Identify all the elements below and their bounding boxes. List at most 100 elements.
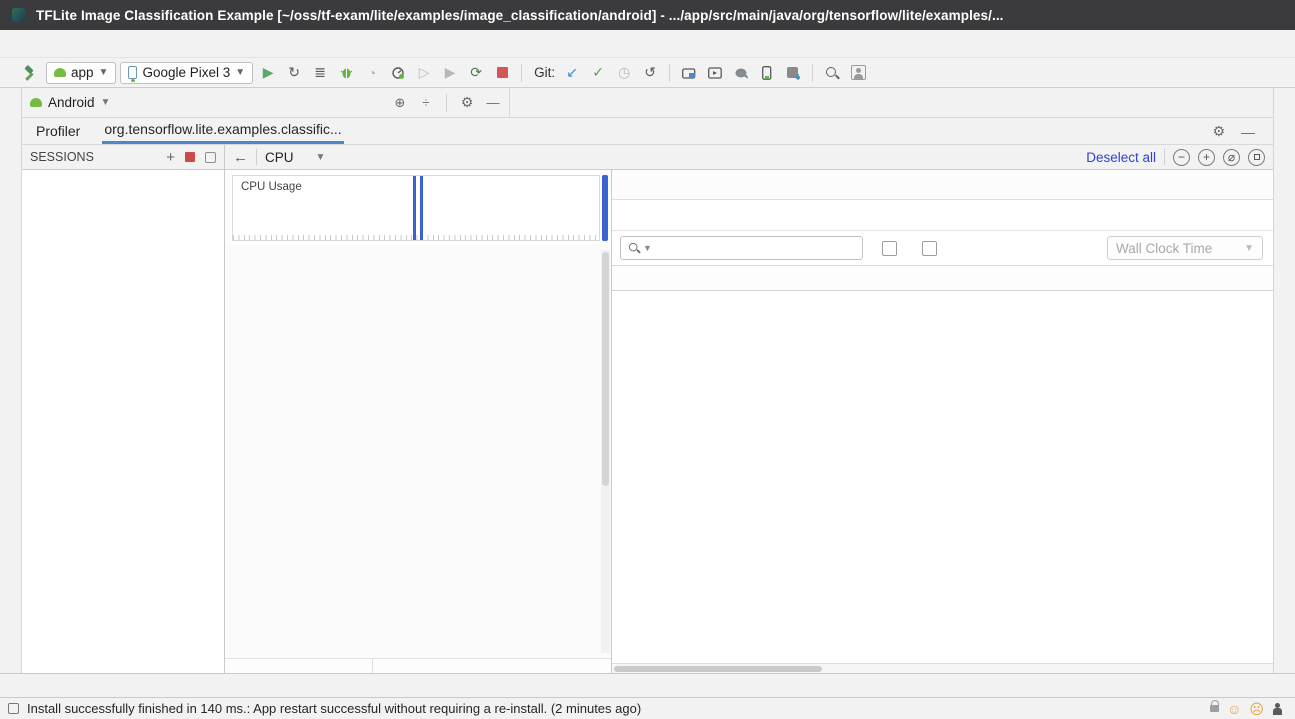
project-view-selector[interactable]: Android	[48, 95, 95, 110]
table-header	[612, 266, 1273, 291]
lock-icon[interactable]	[1210, 705, 1219, 712]
apply-changes-button[interactable]: ↻	[283, 62, 305, 84]
inspections-widget-icon[interactable]	[1272, 703, 1283, 715]
gradle-sync-button[interactable]	[730, 62, 752, 84]
feedback-happy-icon[interactable]: ☺	[1227, 702, 1241, 716]
match-case-checkbox[interactable]	[882, 241, 897, 256]
stop-and-rerun-button[interactable]: ⟳	[465, 62, 487, 84]
sessions-list	[22, 170, 224, 673]
stage-selector[interactable]: CPU ▼	[265, 150, 325, 165]
back-arrow-icon[interactable]: ←	[233, 149, 248, 166]
analysis-tab-bar	[612, 170, 1273, 200]
selection-edge-handle[interactable]	[602, 175, 608, 241]
nav-row: Android ▼ ⊕ ÷ ⚙ —	[22, 88, 1273, 118]
run-anything-button[interactable]	[704, 62, 726, 84]
chevron-down-icon: ▼	[99, 67, 109, 78]
sessions-panel: SESSIONS +	[22, 145, 225, 673]
git-update-button[interactable]: ↙	[561, 62, 583, 84]
chevron-down-icon: ▼	[1244, 243, 1254, 254]
device-select[interactable]: Google Pixel 3 ▼	[120, 62, 253, 84]
clock-type-select[interactable]: Wall Clock Time ▼	[1107, 236, 1263, 260]
attach-debugger-button[interactable]: ▷	[413, 62, 435, 84]
chevron-down-icon[interactable]: ▼	[101, 97, 111, 108]
timeline-vertical-scrollbar[interactable]	[601, 250, 610, 653]
device-manager-button[interactable]	[756, 62, 778, 84]
git-rollback-button[interactable]: ↺	[639, 62, 661, 84]
android-app-icon	[54, 68, 66, 77]
profiler-window-label: Profiler	[36, 123, 80, 144]
toolbar-separator	[669, 64, 670, 82]
search-input[interactable]: ▼	[620, 236, 863, 260]
run-button[interactable]: ▶	[257, 62, 279, 84]
main-toolbar: app ▼ Google Pixel 3 ▼ ▶ ↻ ≣ ◔ ▷ ▶ ⟳ Git…	[0, 58, 1295, 88]
locate-file-icon[interactable]: ⊕	[390, 95, 410, 111]
cpu-usage-label: CPU Usage	[241, 181, 302, 193]
phone-icon	[128, 66, 137, 79]
editor-tab-bar	[510, 88, 1273, 117]
profiler-stage-toolbar: ← CPU ▼ Deselect all − + ⌀	[225, 145, 1273, 170]
device-label: Google Pixel 3	[142, 65, 230, 80]
attach-profiler-button[interactable]: ▶	[439, 62, 461, 84]
separator	[446, 94, 447, 112]
background-tasks-icon[interactable]	[8, 703, 19, 714]
deselect-all-link[interactable]: Deselect all	[1086, 150, 1156, 165]
hide-panel-icon[interactable]: —	[483, 95, 503, 110]
profile-app-button[interactable]	[387, 62, 409, 84]
selection-range-end[interactable]	[420, 176, 423, 240]
zoom-to-selection-icon[interactable]	[1248, 149, 1265, 166]
chevron-down-icon: ▼	[316, 152, 326, 163]
run-configuration-label: app	[71, 65, 94, 80]
stage-selector-label: CPU	[265, 150, 294, 165]
debug-button[interactable]	[335, 62, 357, 84]
zoom-out-icon[interactable]: −	[1173, 149, 1190, 166]
reset-zoom-icon[interactable]: ⌀	[1223, 149, 1240, 166]
search-history-chevron-icon: ▼	[643, 243, 652, 253]
coverage-button[interactable]: ◔	[361, 62, 383, 84]
git-commit-button[interactable]: ✓	[587, 62, 609, 84]
stop-button[interactable]	[491, 62, 513, 84]
analysis-subtab-bar	[612, 200, 1273, 231]
profile-avatar-button[interactable]	[847, 62, 869, 84]
search-icon	[628, 242, 640, 254]
feedback-sad-icon[interactable]: ☹	[1249, 702, 1264, 716]
timeline-bottom-axis	[225, 658, 611, 673]
table-horizontal-scrollbar[interactable]	[612, 663, 1273, 673]
filter-row: ▼ Wall Clock Time ▼	[612, 231, 1273, 265]
selection-range-start[interactable]	[413, 176, 416, 240]
profiler-session-tab[interactable]: org.tensorflow.lite.examples.classific..…	[102, 121, 343, 144]
zoom-in-icon[interactable]: +	[1198, 149, 1215, 166]
project-view-header: Android ▼ ⊕ ÷ ⚙ —	[22, 88, 510, 117]
cpu-timeline-panel: CPU Usage	[225, 170, 612, 673]
make-project-icon[interactable]	[22, 66, 36, 80]
clock-type-label: Wall Clock Time	[1116, 241, 1212, 256]
android-view-icon	[30, 98, 42, 107]
git-history-button[interactable]: ◷	[613, 62, 635, 84]
expand-panel-icon[interactable]	[205, 152, 216, 163]
search-everywhere-button[interactable]	[821, 62, 843, 84]
top-down-table	[612, 265, 1273, 673]
gear-icon[interactable]: ⚙	[1204, 123, 1233, 144]
regex-checkbox[interactable]	[922, 241, 937, 256]
gear-icon[interactable]: ⚙	[457, 94, 477, 111]
left-tool-strip	[0, 88, 22, 673]
apply-code-changes-button[interactable]: ≣	[309, 62, 331, 84]
toolbar-separator	[812, 64, 813, 82]
tool-window-bar	[0, 673, 1295, 697]
status-bar: Install successfully finished in 140 ms.…	[0, 697, 1295, 719]
analysis-panel: ▼ Wall Clock Time ▼	[612, 170, 1273, 673]
project-structure-button[interactable]	[678, 62, 700, 84]
avatar-icon	[851, 65, 866, 80]
run-configuration-select[interactable]: app ▼	[46, 62, 116, 84]
table-body	[612, 291, 1273, 663]
cpu-usage-chart[interactable]: CPU Usage	[232, 175, 600, 241]
sdk-manager-button[interactable]	[782, 62, 804, 84]
add-session-icon[interactable]: +	[166, 149, 175, 166]
sessions-header: SESSIONS +	[22, 145, 224, 170]
minimize-icon[interactable]: —	[1233, 124, 1263, 144]
stop-session-icon[interactable]	[185, 152, 195, 162]
search-icon	[825, 66, 839, 80]
status-message: Install successfully finished in 140 ms.…	[27, 701, 1186, 716]
chevron-down-icon: ▼	[235, 67, 245, 78]
collapse-all-icon[interactable]: ÷	[416, 95, 436, 110]
sessions-title: SESSIONS	[30, 150, 156, 164]
